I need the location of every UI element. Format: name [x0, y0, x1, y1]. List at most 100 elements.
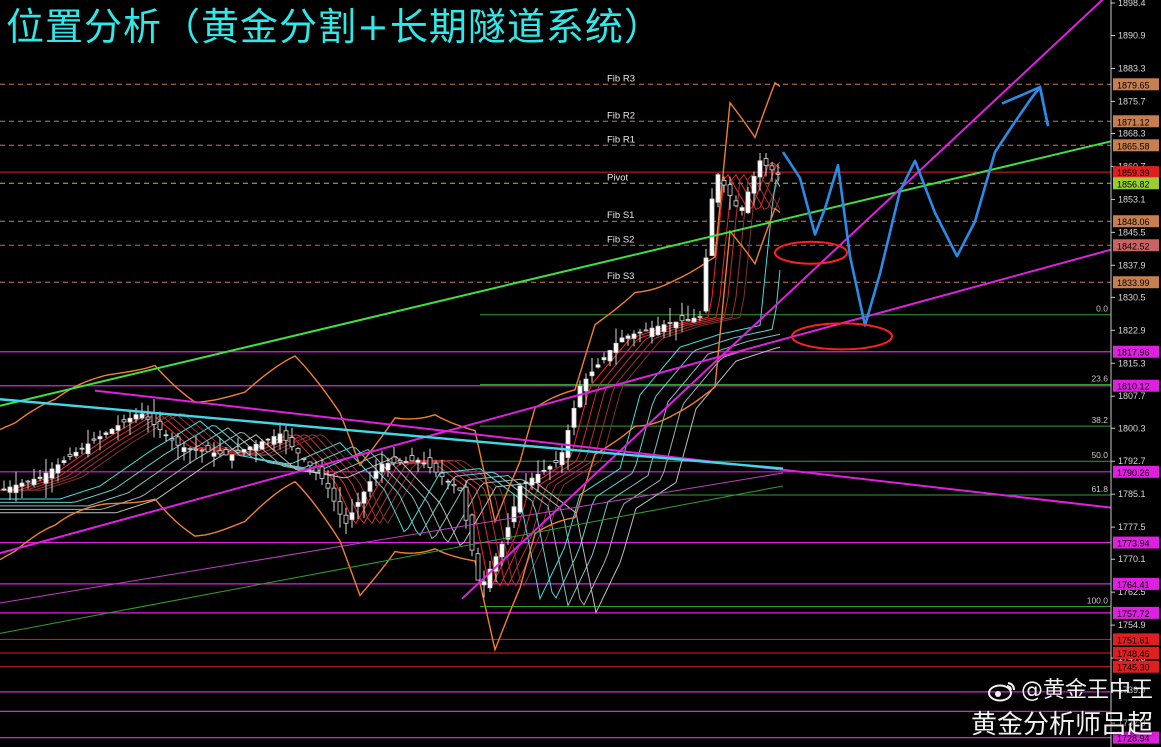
candle-body — [499, 543, 505, 558]
candle-body — [631, 333, 637, 339]
candle-body — [139, 413, 145, 419]
candle-body — [79, 447, 85, 450]
candle-body — [337, 501, 343, 515]
green-long-ma-line — [0, 485, 784, 634]
candle-body — [409, 455, 415, 462]
candle-body — [175, 436, 181, 446]
candle-body — [151, 412, 157, 425]
candle-body — [223, 449, 229, 456]
forecast-line — [781, 85, 1050, 327]
candle-body — [43, 472, 49, 484]
indicator-bands — [0, 81, 781, 653]
chart-title: 位置分析（黄金分割+长期隧道系统） — [6, 5, 663, 49]
level-labels: Fib R3 Fib R2 Fib R1 Pivot Fib S1 Fib S2 Fib S… — [607, 73, 1108, 605]
pivot-label: Fib S3 — [607, 271, 634, 282]
candle-body — [379, 463, 385, 473]
price-tag-label: 1871.12 — [1117, 117, 1150, 127]
candle-body — [259, 441, 265, 450]
fib-retracement-label: 23.6 — [1091, 374, 1108, 384]
axis-tick-label: 1845.5 — [1118, 227, 1146, 237]
candle-body — [601, 357, 607, 361]
candle-body — [451, 484, 457, 487]
candle-body — [625, 335, 631, 339]
candle-body — [115, 425, 121, 431]
axis-tick-label: 1792.7 — [1118, 456, 1146, 466]
candle-body — [247, 446, 253, 451]
candle-body — [7, 486, 13, 493]
axis-tick-label: 1853.1 — [1118, 194, 1146, 204]
price-tag-label: 1790.26 — [1117, 468, 1150, 478]
axis-tick-label: 1800.3 — [1118, 423, 1146, 433]
candle-body — [397, 460, 403, 463]
weibo-icon — [987, 682, 1015, 702]
candle-body — [517, 485, 523, 513]
price-tag-label: 1764.41 — [1117, 580, 1150, 590]
price-tag-label: 1842.52 — [1117, 241, 1150, 251]
candle-body — [169, 438, 175, 441]
candle-body — [679, 315, 685, 322]
candle-body — [301, 458, 307, 460]
candle-body — [637, 331, 643, 334]
magenta-steep-trend-line — [461, 0, 1104, 600]
axis-tick-label: 1830.5 — [1118, 292, 1146, 302]
candle-body — [769, 165, 775, 171]
candle-body — [655, 325, 661, 336]
candle-body — [457, 487, 463, 491]
candle-body — [445, 480, 451, 483]
candle-body — [547, 466, 553, 470]
candle-body — [403, 461, 409, 463]
candle-body — [193, 448, 199, 451]
candle-body — [253, 443, 259, 451]
axis-tick-label: 1883.3 — [1118, 63, 1146, 73]
candle-body — [133, 414, 139, 420]
axis-tick-label: 1875.7 — [1118, 96, 1146, 106]
price-tag-label: 1817.96 — [1117, 348, 1150, 358]
price-axis: 1898.41890.91883.31875.71868.31860.71853… — [1110, 0, 1159, 747]
cyan-ma-line — [0, 178, 781, 601]
axis-tick-label: 1807.7 — [1118, 391, 1146, 401]
candle-body — [265, 438, 271, 441]
axis-tick-label: 1777.5 — [1118, 522, 1146, 532]
price-tag-label: 1833.99 — [1117, 278, 1150, 288]
candle-body — [745, 191, 751, 214]
candle-body — [373, 470, 379, 479]
red-ma-line — [0, 173, 781, 587]
fib-retracement-label: 100.0 — [1087, 595, 1109, 605]
price-tag-label: 1773.94 — [1117, 539, 1150, 549]
candle-body — [433, 462, 439, 473]
candle-body — [727, 184, 733, 196]
candle-body — [163, 434, 169, 437]
candle-body — [229, 454, 235, 461]
candle-body — [775, 172, 781, 175]
candle-body — [343, 514, 349, 524]
candle-body — [211, 452, 217, 457]
candle-body — [415, 459, 421, 463]
candle-body — [421, 462, 427, 465]
price-tag-label: 1859.39 — [1117, 168, 1150, 178]
fib-retracement-label: 0.0 — [1096, 304, 1108, 314]
price-tag-label: 1856.82 — [1117, 179, 1150, 189]
fib-retracement-label: 50.0 — [1091, 450, 1108, 460]
green-channel-line — [0, 140, 1112, 407]
candle-body — [367, 481, 373, 492]
candle-body — [649, 327, 655, 337]
candle-body — [145, 416, 151, 420]
candle-body — [241, 449, 247, 453]
candle-body — [37, 476, 43, 479]
fib-retracement-label: 61.8 — [1091, 484, 1108, 494]
price-tag-label: 1810.12 — [1117, 382, 1150, 392]
candle-body — [613, 342, 619, 353]
candle-body — [157, 420, 163, 430]
candle-body — [589, 371, 595, 377]
candle-body — [703, 257, 709, 312]
candle-body — [643, 329, 649, 332]
candle-body — [319, 466, 325, 479]
price-chart[interactable]: 1898.41890.91883.31875.71868.31860.71853… — [0, 0, 1161, 747]
candle-body — [553, 460, 559, 463]
red-ma-line — [0, 173, 781, 587]
watermark-handle: @黄金王中王 — [1020, 678, 1153, 703]
candle-body — [217, 450, 223, 455]
candle-body — [331, 487, 337, 502]
forecast-path — [774, 85, 1050, 351]
candle-body — [691, 317, 697, 323]
